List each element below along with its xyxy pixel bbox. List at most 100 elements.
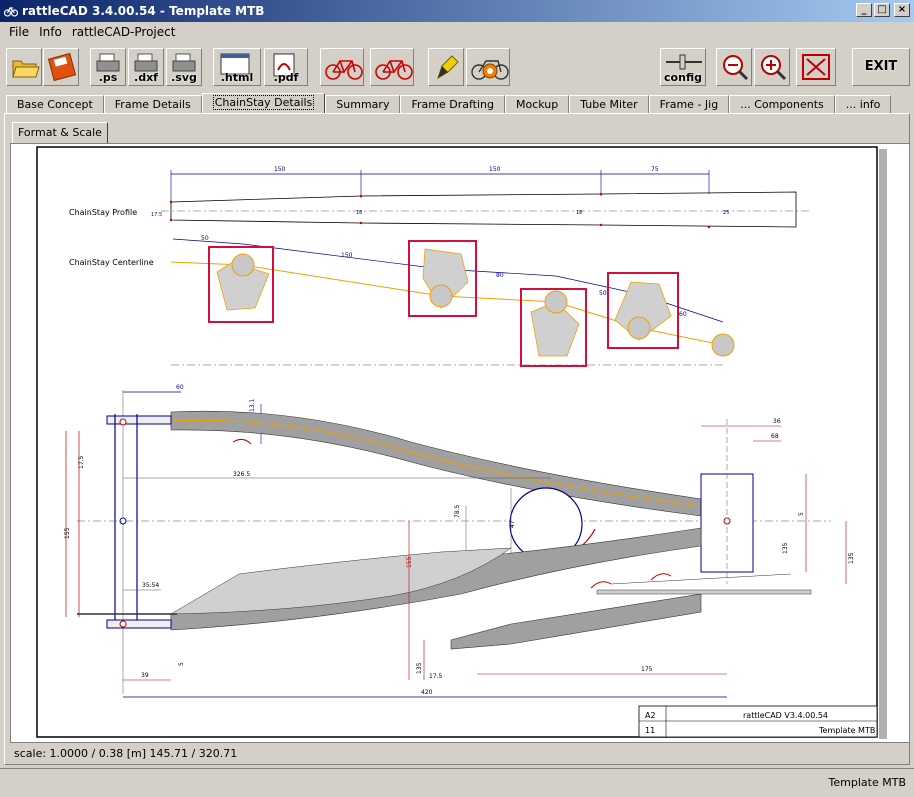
tab-summary[interactable]: Summary xyxy=(325,95,401,114)
export-ps-button[interactable]: .ps xyxy=(90,48,126,86)
menu-project[interactable]: rattleCAD-Project xyxy=(67,25,181,39)
pen-icon xyxy=(437,55,459,80)
status-project-name: Template MTB xyxy=(828,776,906,789)
status-bar: Template MTB xyxy=(0,768,914,797)
menu-file[interactable]: File xyxy=(4,25,34,39)
export-pdf-button[interactable]: .pdf xyxy=(264,48,308,86)
save-button[interactable] xyxy=(43,48,79,86)
tab-base-concept[interactable]: Base Concept xyxy=(6,95,104,114)
red-bicycle-icon xyxy=(325,60,363,80)
profile-label: ChainStay Profile xyxy=(69,208,137,217)
chainstay-drawing: ChainStay Profile 150 150 75 17.5 18 18 … xyxy=(36,146,887,739)
lower-dim-8: 35.54 xyxy=(142,582,159,589)
window-title: rattleCAD 3.4.00.54 - Template MTB xyxy=(22,4,265,18)
menu-info[interactable]: Info xyxy=(34,25,67,39)
bike-view-button[interactable] xyxy=(320,48,364,86)
bicycle-gear-icon xyxy=(471,60,509,80)
open-file-button[interactable] xyxy=(6,48,42,86)
pen-tool-button[interactable] xyxy=(428,48,464,86)
profile-dim-1: 150 xyxy=(274,166,286,173)
lower-dim-15: 17.5 xyxy=(78,455,85,469)
title-bar: rattleCAD 3.4.00.54 - Template MTB _ □ × xyxy=(0,0,914,22)
tab-frame-drafting[interactable]: Frame Drafting xyxy=(400,95,505,114)
lower-dim-9: 39 xyxy=(141,672,149,679)
titleblock-sheet: 11 xyxy=(645,726,655,735)
minimize-button[interactable]: _ xyxy=(856,3,872,17)
tab-chainstay-details[interactable]: ChainStay Details xyxy=(201,93,326,114)
drawing-canvas[interactable]: ChainStay Profile 150 150 75 17.5 18 18 … xyxy=(10,143,910,743)
lower-dim-12: 175 xyxy=(641,666,653,673)
config-label: config xyxy=(664,71,702,84)
centerline-dim-4: 50 xyxy=(599,290,607,297)
zoom-in-button[interactable] xyxy=(754,48,790,86)
export-ps-label: .ps xyxy=(98,71,118,84)
exit-button[interactable]: EXIT xyxy=(852,48,910,86)
bicycle-app-icon xyxy=(4,6,18,17)
titleblock-size: A2 xyxy=(645,711,656,720)
zoom-out-icon xyxy=(723,55,749,81)
titleblock-name: Template MTB xyxy=(818,726,875,735)
lower-dim-17: 68 xyxy=(771,433,779,440)
lower-dim-2: 13.1 xyxy=(249,398,256,412)
export-dxf-label: .dxf xyxy=(134,71,158,84)
export-html-button[interactable]: .html xyxy=(213,48,261,86)
dropout-top xyxy=(106,415,172,425)
slider-icon xyxy=(666,54,702,70)
lower-dim-1: 60 xyxy=(176,384,184,391)
tab-frame-details[interactable]: Frame Details xyxy=(103,95,202,114)
lower-dim-14: 155 xyxy=(64,527,71,539)
tab-info[interactable]: ... info xyxy=(834,95,892,114)
profile-dim-6: 18 xyxy=(576,210,582,216)
centerline-dim-2: 150 xyxy=(341,252,353,259)
lower-dim-10: 5 xyxy=(178,662,185,666)
export-pdf-label: .pdf xyxy=(273,71,299,84)
exit-label: EXIT xyxy=(864,59,898,74)
lower-dim-20: 135 xyxy=(848,552,855,564)
titleblock-app: rattleCAD V3.4.00.54 xyxy=(743,711,828,720)
lower-dim-13: 420 xyxy=(421,689,433,696)
fit-to-window-button[interactable] xyxy=(796,48,836,86)
profile-dim-2: 150 xyxy=(489,166,501,173)
menu-bar: File Info rattleCAD-Project xyxy=(0,22,914,42)
centerline-dim-3: 80 xyxy=(496,272,504,279)
centerline-dim-5: 60 xyxy=(679,311,687,318)
profile-dim-3: 75 xyxy=(651,166,659,173)
lower-dim-18: 5 xyxy=(798,512,805,516)
sheet-shadow xyxy=(879,149,887,739)
toolbar: .ps .dxf .svg .html .pdf config EXIT xyxy=(0,44,914,90)
lower-dim-16: 36 xyxy=(773,418,781,425)
close-button[interactable]: × xyxy=(894,3,910,17)
tab-tube-miter[interactable]: Tube Miter xyxy=(569,95,649,114)
tab-components[interactable]: ... Components xyxy=(729,95,835,114)
centerline-dim-1: 50 xyxy=(201,235,209,242)
tab-frame-jig[interactable]: Frame - Jig xyxy=(648,95,730,114)
fit-window-icon xyxy=(802,54,830,80)
app-window: rattleCAD 3.4.00.54 - Template MTB _ □ ×… xyxy=(0,0,914,797)
window-controls: _ □ × xyxy=(856,3,910,17)
tab-mockup[interactable]: Mockup xyxy=(504,95,570,114)
lower-dim-5: 47 xyxy=(509,520,516,528)
lower-dim-19: 135 xyxy=(782,542,789,554)
lower-dim-11: 135 xyxy=(416,662,423,674)
zoom-out-button[interactable] xyxy=(716,48,752,86)
lower-dim-7: 17.5 xyxy=(429,673,443,680)
bike-gear-button[interactable] xyxy=(466,48,510,86)
centerline-label: ChainStay Centerline xyxy=(69,258,154,267)
floppy-save-icon xyxy=(47,52,77,82)
export-html-label: .html xyxy=(220,71,254,84)
folder-icon xyxy=(12,60,40,78)
export-svg-button[interactable]: .svg xyxy=(166,48,202,86)
export-dxf-button[interactable]: .dxf xyxy=(128,48,164,86)
bike-view-alt-button[interactable] xyxy=(370,48,414,86)
zoom-in-icon xyxy=(761,55,787,81)
config-button[interactable]: config xyxy=(660,48,706,86)
end-circle xyxy=(711,333,735,357)
dropout-bottom xyxy=(106,619,172,629)
profile-dim-5: 18 xyxy=(356,210,362,216)
lower-dim-4: 78.5 xyxy=(454,504,461,518)
lower-dim-3: 326.5 xyxy=(233,471,250,478)
scale-readout: scale: 1.0000 / 0.38 [m] 145.71 / 320.71 xyxy=(14,747,238,760)
subtab-format-scale[interactable]: Format & Scale xyxy=(12,122,108,144)
main-tab-bar: Base Concept Frame Details ChainStay Det… xyxy=(6,93,892,114)
maximize-button[interactable]: □ xyxy=(874,3,890,17)
